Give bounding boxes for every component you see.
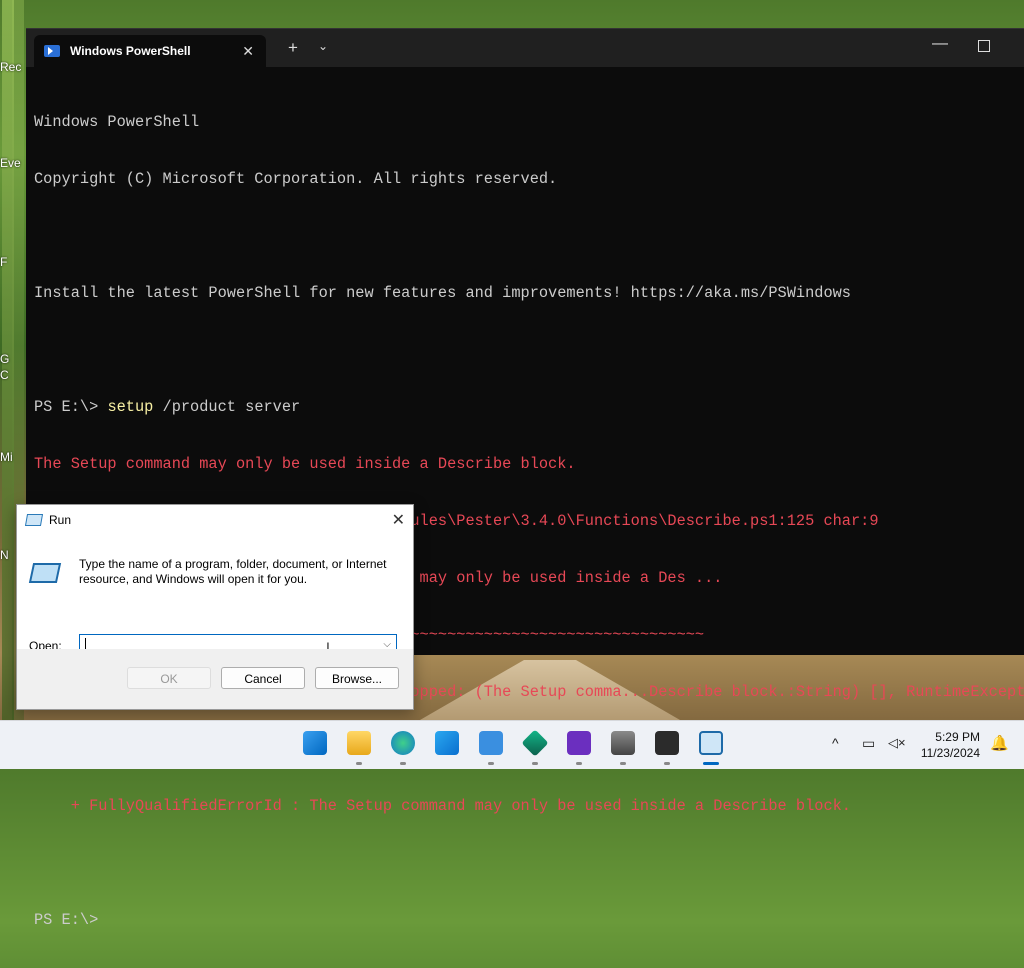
close-tab-icon[interactable]: ✕ [242,43,254,60]
store-icon[interactable] [435,731,459,755]
command-args: /product server [153,398,301,416]
desktop-icon-4[interactable]: G [0,352,9,366]
clock-date[interactable]: 11/23/2024 [921,746,980,760]
running-indicator [664,762,670,765]
error-line: The Setup command may only be used insid… [34,455,576,473]
desktop-icon-label: C [0,368,9,382]
run-body: Type the name of a program, folder, docu… [17,535,413,709]
console-line: Install the latest PowerShell for new fe… [34,284,851,302]
active-indicator [703,762,719,765]
run-footer: OK Cancel Browse... [17,649,413,709]
chevron-up-icon[interactable]: ^ [832,735,839,751]
run-program-icon [28,563,62,583]
browse-button[interactable]: Browse... [315,667,399,689]
maximize-icon[interactable] [978,40,990,52]
desktop-icon-recycle-bin[interactable]: Rec [0,60,21,74]
tab-bar: Windows PowerShell ✕ + ⌄ — [26,29,1024,67]
run-titlebar[interactable]: Run ✕ [17,505,413,535]
app-tools-icon[interactable] [611,731,635,755]
desktop-icon-label: N [0,548,9,562]
tab-powershell[interactable]: Windows PowerShell ✕ [34,35,266,67]
windows-start-icon[interactable] [303,731,327,755]
command-name: setup [107,398,154,416]
console-line: Windows PowerShell [34,113,200,131]
ok-button[interactable]: OK [127,667,211,689]
desktop-icon-4b: C [0,368,9,382]
chevron-down-icon[interactable]: ⌄ [318,39,328,53]
clock-time[interactable]: 5:29 PM [935,730,980,744]
edge-icon[interactable] [391,731,415,755]
error-line: + FullyQualifiedErrorId : The Setup comm… [34,797,851,815]
notepad-icon[interactable] [479,731,503,755]
close-icon[interactable]: ✕ [392,510,405,530]
command-line: PS E:\> setup /product server [34,398,1016,417]
file-explorer-icon[interactable] [347,731,371,755]
notification-bell-icon[interactable]: 🔔 [990,734,1009,752]
desktop-icon-5[interactable]: Mi [0,450,13,464]
desktop-icon-label: G [0,352,10,366]
desktop-icon-2[interactable]: Eve [0,156,21,170]
run-icon [24,514,44,526]
network-icon[interactable]: ▭ [862,735,875,752]
volume-muted-icon[interactable]: ◁× [888,735,906,751]
prompt-line: PS E:\> [34,911,99,929]
powershell-icon [44,45,60,57]
running-indicator [576,762,582,765]
running-indicator [620,762,626,765]
desktop-icon-label: Mi [0,450,13,464]
desktop-icon-label: F [0,255,8,269]
prompt-prefix: PS E:\> [34,398,108,416]
run-app-icon[interactable] [699,731,723,755]
running-indicator [356,762,362,765]
running-indicator [532,762,538,765]
cancel-button[interactable]: Cancel [221,667,305,689]
app-green-icon[interactable] [521,729,549,757]
tab-title: Windows PowerShell [70,44,191,58]
running-indicator [400,762,406,765]
taskbar: ^ ▭ ◁× 5:29 PM 11/23/2024 🔔 [0,720,1024,769]
run-dialog[interactable]: Run ✕ Type the name of a program, folder… [16,504,414,710]
console-line: Copyright (C) Microsoft Corporation. All… [34,170,558,188]
running-indicator [488,762,494,765]
desktop-icon-label: Rec [0,60,22,74]
run-title: Run [49,513,72,527]
visual-studio-icon[interactable] [567,731,591,755]
terminal-icon[interactable] [655,731,679,755]
minimize-icon[interactable]: — [932,35,948,53]
run-description: Type the name of a program, folder, docu… [79,557,387,586]
desktop-icon-3[interactable]: F [0,255,7,269]
new-tab-icon[interactable]: + [288,38,298,58]
desktop-icon-6[interactable]: N [0,548,9,562]
desktop-icon-label: Eve [0,156,21,170]
